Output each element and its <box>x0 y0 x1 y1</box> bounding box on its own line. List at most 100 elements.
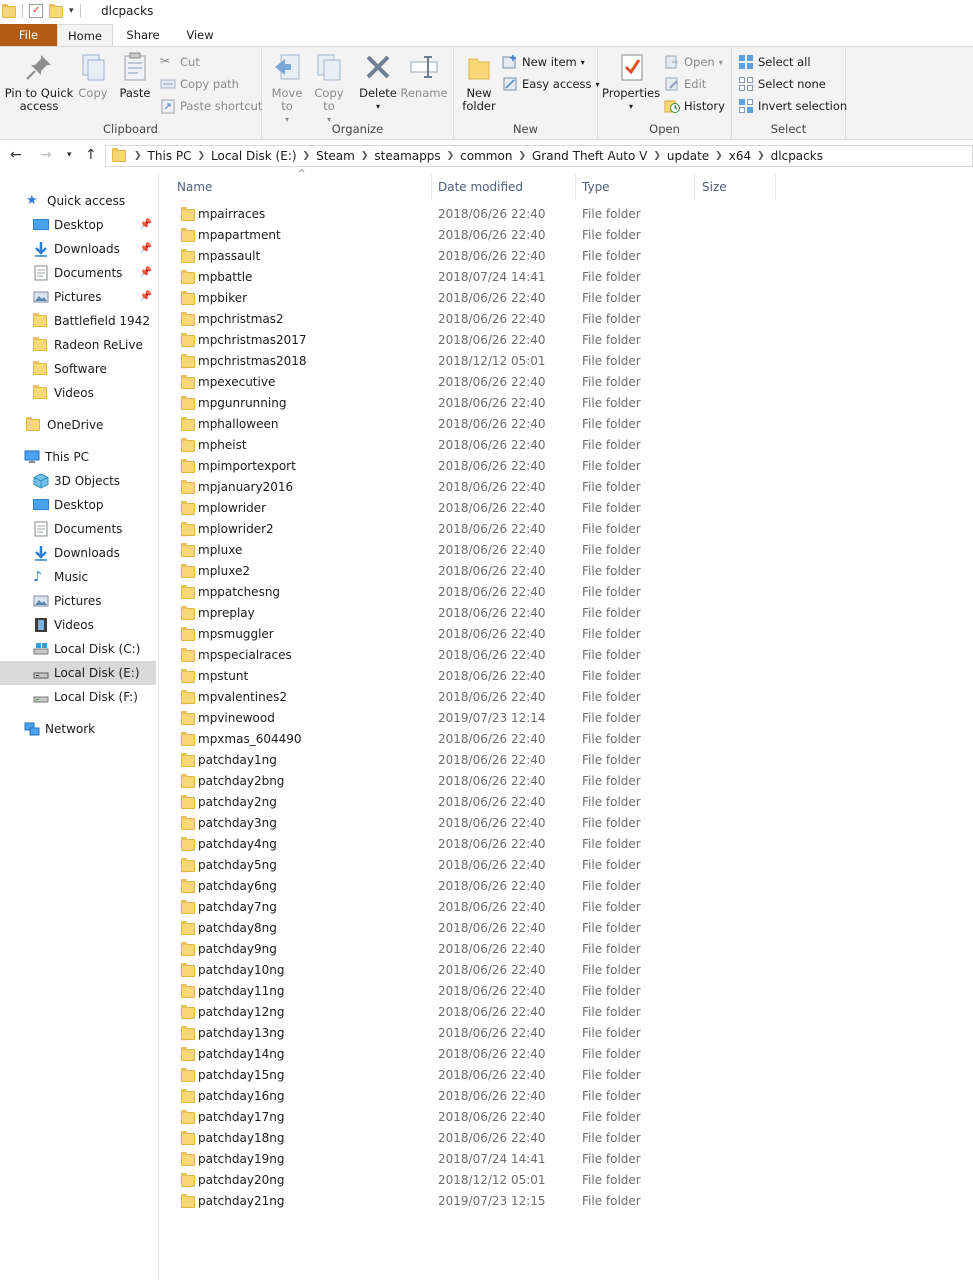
nav-this-pc[interactable]: This PC <box>0 445 156 469</box>
open-button[interactable]: Open ▾ <box>664 52 723 72</box>
column-size[interactable]: Size <box>695 174 776 200</box>
file-row[interactable]: mppatchesng 2018/06/26 22:40 File folder <box>160 582 973 603</box>
file-row[interactable]: mpassault 2018/06/26 22:40 File folder <box>160 246 973 267</box>
file-row[interactable]: mpluxe2 2018/06/26 22:40 File folder <box>160 561 973 582</box>
nav-local-disk-e[interactable]: Local Disk (E:) <box>0 661 156 685</box>
file-row[interactable]: patchday17ng 2018/06/26 22:40 File folder <box>160 1107 973 1128</box>
nav-local-disk-f[interactable]: Local Disk (F:) <box>0 685 156 709</box>
file-row[interactable]: patchday12ng 2018/06/26 22:40 File folder <box>160 1002 973 1023</box>
chevron-right-icon[interactable]: ❯ <box>518 151 526 161</box>
file-row[interactable]: patchday6ng 2018/06/26 22:40 File folder <box>160 876 973 897</box>
nav-pc-downloads[interactable]: Downloads <box>0 541 156 565</box>
pin-icon[interactable]: 📌 <box>140 243 152 254</box>
chevron-right-icon[interactable]: ❯ <box>134 151 142 161</box>
pin-icon[interactable]: 📌 <box>140 219 152 230</box>
nav-local-disk-c[interactable]: Local Disk (C:) <box>0 637 156 661</box>
file-row[interactable]: mpspecialraces 2018/06/26 22:40 File folde… <box>160 645 973 666</box>
nav-network[interactable]: Network <box>0 717 156 741</box>
file-row[interactable]: mpvinewood 2019/07/23 12:14 File folder <box>160 708 973 729</box>
new-item-button[interactable]: New item ▾ <box>502 52 585 72</box>
file-row[interactable]: mplowrider 2018/06/26 22:40 File folder <box>160 498 973 519</box>
file-row[interactable]: mpgunrunning 2018/06/26 22:40 File folder <box>160 393 973 414</box>
breadcrumb-common[interactable]: common <box>460 149 512 163</box>
nav-quick-access[interactable]: ★ Quick access <box>0 189 156 213</box>
file-row[interactable]: patchday2ng 2018/06/26 22:40 File folder <box>160 792 973 813</box>
breadcrumb-steamapps[interactable]: steamapps <box>374 149 440 163</box>
properties-button[interactable]: Properties ▾ <box>602 51 660 113</box>
nav-software[interactable]: Software <box>0 357 156 381</box>
chevron-right-icon[interactable]: ❯ <box>715 151 723 161</box>
up-arrow-icon[interactable]: ↑ <box>85 147 97 163</box>
file-row[interactable]: mpluxe 2018/06/26 22:40 File folder <box>160 540 973 561</box>
file-row[interactable]: patchday20ng 2018/12/12 05:01 File folder <box>160 1170 973 1191</box>
copy-button[interactable]: Copy <box>74 51 112 100</box>
breadcrumb-this-pc[interactable]: This PC <box>148 149 192 163</box>
new-folder-button[interactable]: New folder <box>460 51 498 113</box>
nav-pc-videos[interactable]: Videos <box>0 613 156 637</box>
history-button[interactable]: History <box>664 96 725 116</box>
rename-button[interactable]: Rename <box>400 51 448 100</box>
move-to-button[interactable]: Move to ▾ <box>268 51 306 126</box>
breadcrumb-steam[interactable]: Steam <box>316 149 355 163</box>
recent-locations-chevron-icon[interactable]: ▾ <box>67 150 72 160</box>
nav-onedrive[interactable]: OneDrive <box>0 413 156 437</box>
nav-radeon-relive[interactable]: Radeon ReLive <box>0 333 156 357</box>
delete-button[interactable]: Delete ▾ <box>358 51 398 113</box>
select-none-button[interactable]: Select none <box>738 74 826 94</box>
file-row[interactable]: patchday11ng 2018/06/26 22:40 File folder <box>160 981 973 1002</box>
chevron-down-icon[interactable]: ▾ <box>69 6 74 16</box>
file-row[interactable]: mpheist 2018/06/26 22:40 File folder <box>160 435 973 456</box>
file-row[interactable]: mpchristmas2017 2018/06/26 22:40 File fold… <box>160 330 973 351</box>
copy-to-button[interactable]: Copy to ▾ <box>310 51 348 126</box>
file-row[interactable]: mpairraces 2018/06/26 22:40 File folder <box>160 204 973 225</box>
breadcrumb-gta-v[interactable]: Grand Theft Auto V <box>532 149 647 163</box>
file-row[interactable]: mpbiker 2018/06/26 22:40 File folder <box>160 288 973 309</box>
file-row[interactable]: patchday2bng 2018/06/26 22:40 File folder <box>160 771 973 792</box>
file-row[interactable]: mpsmuggler 2018/06/26 22:40 File folder <box>160 624 973 645</box>
tab-share[interactable]: Share <box>115 24 171 46</box>
column-type[interactable]: Type <box>575 174 695 200</box>
select-all-button[interactable]: Select all <box>738 52 811 72</box>
file-row[interactable]: mpapartment 2018/06/26 22:40 File folder <box>160 225 973 246</box>
back-arrow-icon[interactable]: ← <box>10 147 22 163</box>
file-row[interactable]: mplowrider2 2018/06/26 22:40 File folder <box>160 519 973 540</box>
invert-selection-button[interactable]: Invert selection <box>738 96 847 116</box>
nav-pc-documents[interactable]: Documents <box>0 517 156 541</box>
paste-shortcut-button[interactable]: Paste shortcut <box>160 96 262 116</box>
file-row[interactable]: mpreplay 2018/06/26 22:40 File folder <box>160 603 973 624</box>
chevron-right-icon[interactable]: ❯ <box>447 151 455 161</box>
nav-pictures[interactable]: Pictures 📌 <box>0 285 156 309</box>
file-row[interactable]: mpstunt 2018/06/26 22:40 File folder <box>160 666 973 687</box>
file-row[interactable]: patchday21ng 2019/07/23 12:15 File folder <box>160 1191 973 1212</box>
file-row[interactable]: mpimportexport 2018/06/26 22:40 File folde… <box>160 456 973 477</box>
file-row[interactable]: mpexecutive 2018/06/26 22:40 File folder <box>160 372 973 393</box>
tab-file[interactable]: File <box>0 24 57 46</box>
pin-icon[interactable]: 📌 <box>140 291 152 302</box>
file-row[interactable]: patchday19ng 2018/07/24 14:41 File folder <box>160 1149 973 1170</box>
file-row[interactable]: patchday9ng 2018/06/26 22:40 File folder <box>160 939 973 960</box>
properties-icon[interactable]: ✓ <box>29 4 43 18</box>
tab-view[interactable]: View <box>172 24 228 46</box>
file-row[interactable]: mpbattle 2018/07/24 14:41 File folder <box>160 267 973 288</box>
nav-3d-objects[interactable]: 3D Objects <box>0 469 156 493</box>
nav-battlefield-1942[interactable]: Battlefield 1942 <box>0 309 156 333</box>
file-row[interactable]: mpjanuary2016 2018/06/26 22:40 File folder <box>160 477 973 498</box>
file-row[interactable]: patchday5ng 2018/06/26 22:40 File folder <box>160 855 973 876</box>
forward-arrow-icon[interactable]: → <box>40 147 52 163</box>
nav-pc-desktop[interactable]: Desktop <box>0 493 156 517</box>
easy-access-button[interactable]: Easy access ▾ <box>502 74 600 94</box>
nav-desktop[interactable]: Desktop 📌 <box>0 213 156 237</box>
breadcrumb-update[interactable]: update <box>667 149 709 163</box>
file-row[interactable]: patchday4ng 2018/06/26 22:40 File folder <box>160 834 973 855</box>
chevron-right-icon[interactable]: ❯ <box>198 151 206 161</box>
nav-documents[interactable]: Documents 📌 <box>0 261 156 285</box>
file-row[interactable]: patchday13ng 2018/06/26 22:40 File folder <box>160 1023 973 1044</box>
breadcrumb-dlcpacks[interactable]: dlcpacks <box>771 149 823 163</box>
file-row[interactable]: patchday7ng 2018/06/26 22:40 File folder <box>160 897 973 918</box>
nav-music[interactable]: ♪ Music <box>0 565 156 589</box>
file-row[interactable]: patchday15ng 2018/06/26 22:40 File folder <box>160 1065 973 1086</box>
new-folder-icon[interactable] <box>49 4 63 18</box>
file-row[interactable]: patchday14ng 2018/06/26 22:40 File folder <box>160 1044 973 1065</box>
breadcrumb-local-disk-e[interactable]: Local Disk (E:) <box>211 149 297 163</box>
pin-to-quick-access-button[interactable]: Pin to Quick access <box>4 51 74 113</box>
